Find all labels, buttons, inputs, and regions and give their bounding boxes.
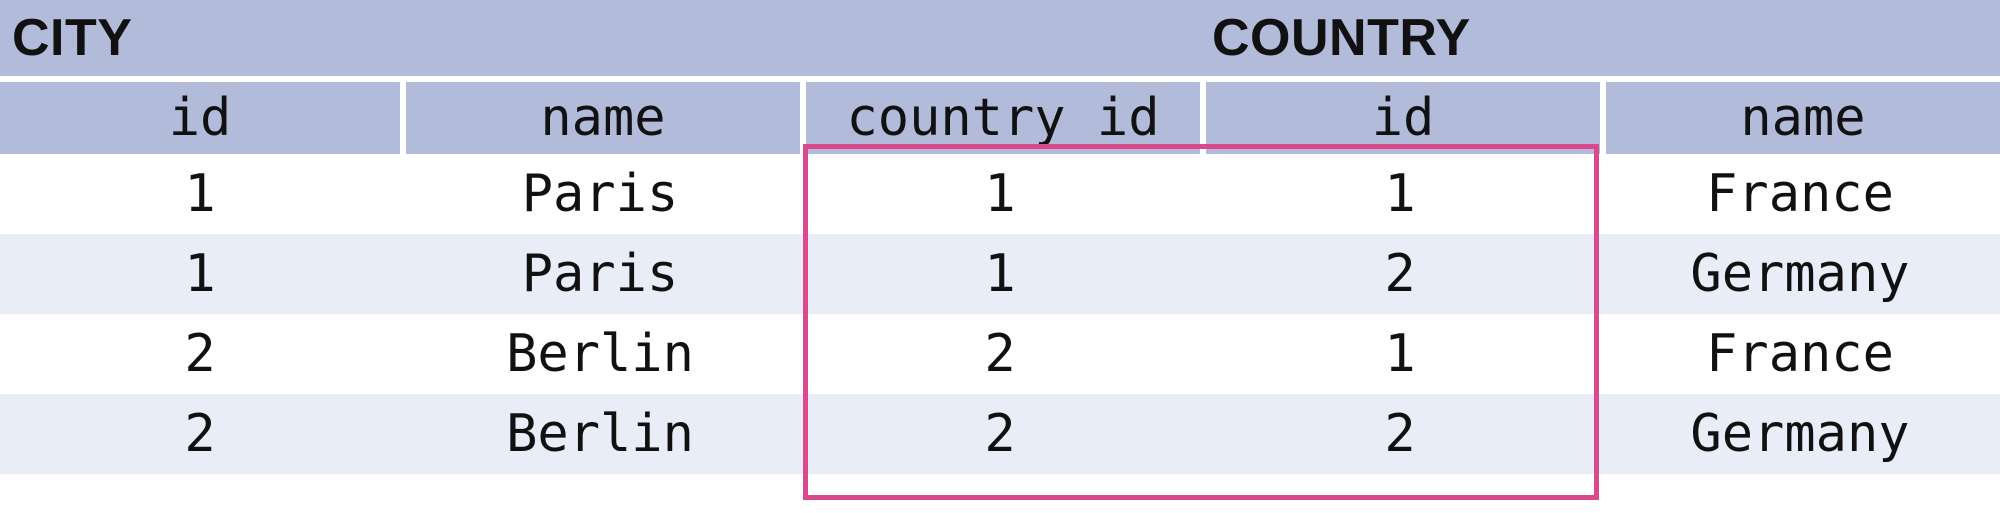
cell-country-id-fk: 2 bbox=[800, 394, 1200, 474]
city-table-title: CITY bbox=[0, 0, 1200, 76]
cell-country-id: 2 bbox=[1200, 394, 1600, 474]
column-headers: id name country_id id name bbox=[0, 76, 2000, 154]
cell-city-name: Berlin bbox=[400, 394, 800, 474]
cell-city-id: 1 bbox=[0, 154, 400, 234]
cell-city-id: 1 bbox=[0, 234, 400, 314]
cell-country-name: France bbox=[1600, 314, 2000, 394]
cell-country-id: 1 bbox=[1200, 154, 1600, 234]
cell-city-name: Berlin bbox=[400, 314, 800, 394]
table-row: 1 Paris 1 1 France bbox=[0, 154, 2000, 234]
cell-country-name: Germany bbox=[1600, 394, 2000, 474]
table-row: 2 Berlin 2 1 France bbox=[0, 314, 2000, 394]
cross-join-diagram: CITY COUNTRY id name country_id id name … bbox=[0, 0, 2000, 474]
col-header-city-id: id bbox=[0, 76, 400, 154]
cell-city-name: Paris bbox=[400, 154, 800, 234]
table-row: 2 Berlin 2 2 Germany bbox=[0, 394, 2000, 474]
cell-country-id-fk: 2 bbox=[800, 314, 1200, 394]
cell-country-id-fk: 1 bbox=[800, 154, 1200, 234]
table-titles: CITY COUNTRY bbox=[0, 0, 2000, 76]
cell-country-id: 1 bbox=[1200, 314, 1600, 394]
col-header-country-id-fk: country_id bbox=[800, 76, 1200, 154]
country-table-title: COUNTRY bbox=[1200, 0, 2000, 76]
cell-country-id: 2 bbox=[1200, 234, 1600, 314]
cell-city-id: 2 bbox=[0, 314, 400, 394]
col-header-country-name: name bbox=[1600, 76, 2000, 154]
col-header-city-name: name bbox=[400, 76, 800, 154]
cell-country-id-fk: 1 bbox=[800, 234, 1200, 314]
cell-city-name: Paris bbox=[400, 234, 800, 314]
table-body: 1 Paris 1 1 France 1 Paris 1 2 Germany 2… bbox=[0, 154, 2000, 474]
cell-country-name: France bbox=[1600, 154, 2000, 234]
table-row: 1 Paris 1 2 Germany bbox=[0, 234, 2000, 314]
cell-city-id: 2 bbox=[0, 394, 400, 474]
cell-country-name: Germany bbox=[1600, 234, 2000, 314]
col-header-country-id: id bbox=[1200, 76, 1600, 154]
